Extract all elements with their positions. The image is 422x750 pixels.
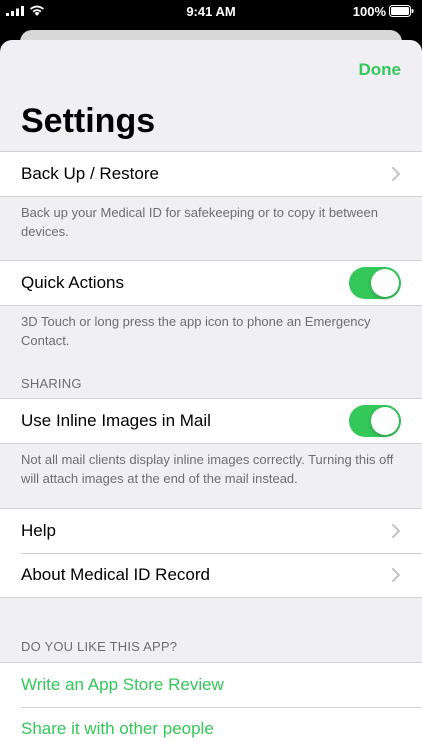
- inline-images-row: Use Inline Images in Mail: [0, 399, 422, 443]
- app-store-review-label: Write an App Store Review: [21, 675, 224, 694]
- sharing-header: SHARING: [21, 376, 82, 391]
- inline-images-toggle[interactable]: [349, 405, 401, 437]
- about-label: About Medical ID Record: [21, 565, 210, 584]
- battery-icon: [389, 5, 414, 17]
- quick-actions-toggle[interactable]: [349, 267, 401, 299]
- help-label: Help: [21, 521, 56, 540]
- quick-actions-label: Quick Actions: [21, 273, 124, 292]
- toggle-knob: [371, 407, 399, 435]
- like-app-header: DO YOU LIKE THIS APP?: [21, 639, 178, 654]
- done-button[interactable]: Done: [359, 60, 402, 80]
- backup-group: Back Up / Restore: [0, 151, 422, 197]
- sharing-group: Use Inline Images in Mail: [0, 398, 422, 444]
- toggle-knob: [371, 269, 399, 297]
- quick-actions-group: Quick Actions: [0, 260, 422, 306]
- share-app-row[interactable]: Share it with other people: [0, 707, 422, 750]
- quick-actions-footer: 3D Touch or long press the app icon to p…: [21, 314, 371, 348]
- chevron-right-icon: [392, 167, 400, 181]
- help-row[interactable]: Help: [0, 509, 422, 553]
- page-title: Settings: [21, 102, 156, 140]
- chevron-right-icon: [392, 524, 400, 538]
- status-bar: 9:41 AM 100%: [0, 0, 422, 22]
- chevron-right-icon: [392, 568, 400, 582]
- backup-restore-row[interactable]: Back Up / Restore: [0, 152, 422, 196]
- share-app-label: Share it with other people: [21, 719, 214, 738]
- backup-footer: Back up your Medical ID for safekeeping …: [21, 205, 378, 239]
- like-app-group: Write an App Store Review Share it with …: [0, 662, 422, 750]
- app-store-review-row[interactable]: Write an App Store Review: [0, 663, 422, 707]
- inline-images-label: Use Inline Images in Mail: [21, 411, 211, 430]
- backup-restore-label: Back Up / Restore: [21, 164, 159, 183]
- settings-sheet: Done Settings Back Up / Restore Back up …: [0, 40, 422, 750]
- about-row[interactable]: About Medical ID Record: [0, 553, 422, 597]
- info-group: Help About Medical ID Record: [0, 508, 422, 598]
- battery-percentage: 100%: [352, 4, 386, 19]
- quick-actions-row: Quick Actions: [0, 261, 422, 305]
- sharing-footer: Not all mail clients display inline imag…: [21, 452, 394, 486]
